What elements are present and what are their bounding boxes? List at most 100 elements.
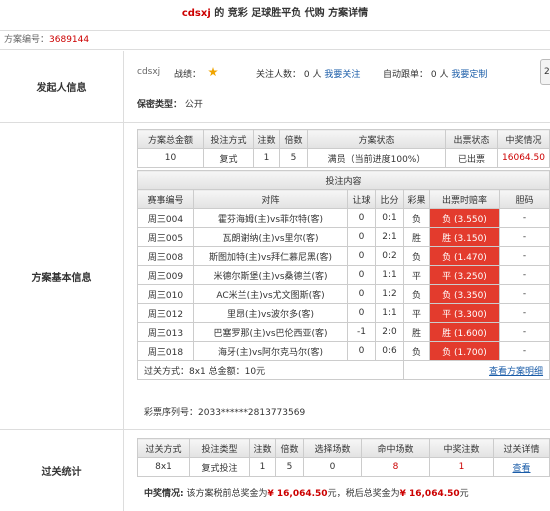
match-banker: - — [498, 246, 550, 266]
pass-header: 注数 — [249, 438, 276, 458]
match-result: 负 — [403, 341, 430, 361]
followers-value: 0 人 — [303, 70, 322, 80]
match-result: 负 — [403, 284, 430, 304]
match-row: 周三005 瓦朗谢纳(主)vs里尔(客) 0 2:1 胜 胜 (3.150) - — [137, 227, 550, 247]
match-id: 周三004 — [137, 208, 194, 228]
matches-footer-row: 过关方式：8x1 总金额：10元 查看方案明细 — [137, 360, 550, 380]
match-handicap: 0 — [347, 246, 376, 266]
match-score: 1:1 — [375, 265, 404, 285]
match-fixture: 海牙(主)vs阿尔克马尔(客) — [193, 341, 348, 361]
match-odds: 胜 (3.150) — [429, 227, 500, 247]
custom-link[interactable]: 我要定制 — [451, 70, 487, 80]
match-banker: - — [498, 227, 550, 247]
match-banker: - — [498, 208, 550, 228]
match-header: 让球 — [347, 189, 376, 209]
pass-header: 选择场数 — [303, 438, 362, 458]
pass-header: 命中场数 — [361, 438, 430, 458]
pass-selected: 0 — [303, 457, 362, 477]
match-handicap: 0 — [347, 303, 376, 323]
match-odds: 平 (3.300) — [429, 303, 500, 323]
match-odds: 胜 (1.600) — [429, 322, 500, 342]
pass-header: 过关方式 — [137, 438, 190, 458]
initiator-username[interactable]: cdsxj — [137, 67, 160, 77]
match-row: 周三008 斯图加特(主)vs拜仁慕尼黑(客) 0 0:2 负 负 (1.470… — [137, 246, 550, 266]
plan-info-section-label: 方案基本信息 — [0, 123, 124, 429]
pass-method-total: 过关方式：8x1 总金额：10元 — [137, 360, 404, 380]
match-id: 周三012 — [137, 303, 194, 323]
match-score: 0:2 — [375, 246, 404, 266]
match-score: 2:0 — [375, 322, 404, 342]
match-handicap: 0 — [347, 227, 376, 247]
match-score: 1:1 — [375, 303, 404, 323]
pass-multiple: 5 — [275, 457, 304, 477]
pass-row: 8x1 复式投注 1 5 0 8 1 查看 — [137, 457, 550, 477]
summary-header: 注数 — [253, 129, 280, 149]
match-fixture: 里昂(主)vs波尔多(客) — [193, 303, 348, 323]
pass-type: 复式投注 — [189, 457, 250, 477]
match-fixture: 霍芬海姆(主)vs菲尔特(客) — [193, 208, 348, 228]
plan-status: 满员（当前进度100%） — [307, 148, 446, 168]
plan-amount: 10 — [137, 148, 204, 168]
record-label: 战绩： — [174, 70, 202, 80]
auto-follow-label: 自动跟单： — [383, 70, 429, 80]
summary-header: 中奖情况 — [497, 129, 550, 149]
content-header-row: 投注内容 — [136, 170, 550, 190]
match-handicap: -1 — [347, 322, 376, 342]
serial-line: 彩票序列号：2033******2813773569 — [144, 405, 305, 418]
prize-post-value: ¥ 16,064.50 — [399, 489, 460, 499]
ticket-status: 已出票 — [445, 148, 498, 168]
match-header: 彩果 — [403, 189, 430, 209]
match-id: 周三008 — [137, 246, 194, 266]
match-header: 赛事编号 — [137, 189, 194, 209]
match-row: 周三018 海牙(主)vs阿尔克马尔(客) 0 0:6 负 负 (1.700) … — [137, 341, 550, 361]
followers-label: 关注人数： — [256, 70, 302, 80]
plan-bets: 1 — [253, 148, 280, 168]
plan-id-label: 方案编号： — [4, 35, 50, 45]
match-result: 平 — [403, 265, 430, 285]
plan-info-section: 方案基本信息 方案总金额 投注方式 注数 倍数 方案状态 出票状态 中奖情况 1… — [0, 123, 550, 430]
match-fixture: 巴塞罗那(主)vs巴伦西亚(客) — [193, 322, 348, 342]
match-result: 胜 — [403, 322, 430, 342]
match-header: 胆码 — [498, 189, 550, 209]
prize-mid-text: 元，税后总奖金为 — [327, 489, 400, 499]
match-header-row: 赛事编号 对阵 让球 比分 彩果 出票时赔率 胆码 — [137, 189, 550, 209]
page-title: cdsxj 的 竞彩 足球胜平负 代购 方案详情 — [0, 0, 550, 30]
match-id: 周三013 — [137, 322, 194, 342]
match-row: 周三009 米德尔斯堡(主)vs桑德兰(客) 0 1:1 平 平 (3.250)… — [137, 265, 550, 285]
match-fixture: 斯图加特(主)vs拜仁慕尼黑(客) — [193, 246, 348, 266]
match-fixture: 米德尔斯堡(主)vs桑德兰(客) — [193, 265, 348, 285]
serial-value: 2033******2813773569 — [198, 408, 306, 418]
pass-prize-bets: 1 — [429, 457, 494, 477]
prize-pre-value: ¥ 16,064.50 — [267, 489, 328, 499]
summary-header-row: 方案总金额 投注方式 注数 倍数 方案状态 出票状态 中奖情况 — [137, 129, 550, 149]
star-icon — [208, 67, 218, 77]
initiator-section-label: 发起人信息 — [0, 51, 124, 122]
match-odds: 负 (1.700) — [429, 341, 500, 361]
match-row: 周三012 里昂(主)vs波尔多(客) 0 1:1 平 平 (3.300) - — [137, 303, 550, 323]
follow-link[interactable]: 我要关注 — [324, 70, 360, 80]
pass-stats-table: 过关方式 投注类型 注数 倍数 选择场数 命中场数 中奖注数 过关详情 8x1 … — [137, 438, 550, 477]
match-banker: - — [498, 303, 550, 323]
prize-label: 中奖情况: — [144, 489, 184, 499]
match-banker: - — [498, 284, 550, 304]
view-detail-link[interactable]: 查看方案明细 — [489, 367, 543, 377]
match-handicap: 0 — [347, 265, 376, 285]
summary-header: 方案状态 — [307, 129, 446, 149]
summary-header: 投注方式 — [203, 129, 254, 149]
header-user: cdsxj — [181, 8, 211, 19]
pass-method: 8x1 — [137, 457, 190, 477]
match-handicap: 0 — [347, 341, 376, 361]
match-odds: 平 (3.250) — [429, 265, 500, 285]
match-result: 胜 — [403, 227, 430, 247]
match-odds: 负 (3.350) — [429, 284, 500, 304]
match-score: 0:1 — [375, 208, 404, 228]
summary-header: 出票状态 — [445, 129, 498, 149]
matches-table: 投注内容 赛事编号 对阵 让球 比分 彩果 出票时赔率 胆码 周三004 霍芬海… — [136, 170, 550, 380]
match-score: 1:2 — [375, 284, 404, 304]
plan-multiple: 5 — [279, 148, 308, 168]
plan-id-bar: 方案编号：3689144 — [0, 30, 550, 50]
pass-detail-link[interactable]: 查看 — [512, 464, 530, 474]
match-banker: - — [498, 322, 550, 342]
side-button[interactable]: 2 — [540, 59, 550, 85]
match-fixture: 瓦朗谢纳(主)vs里尔(客) — [193, 227, 348, 247]
